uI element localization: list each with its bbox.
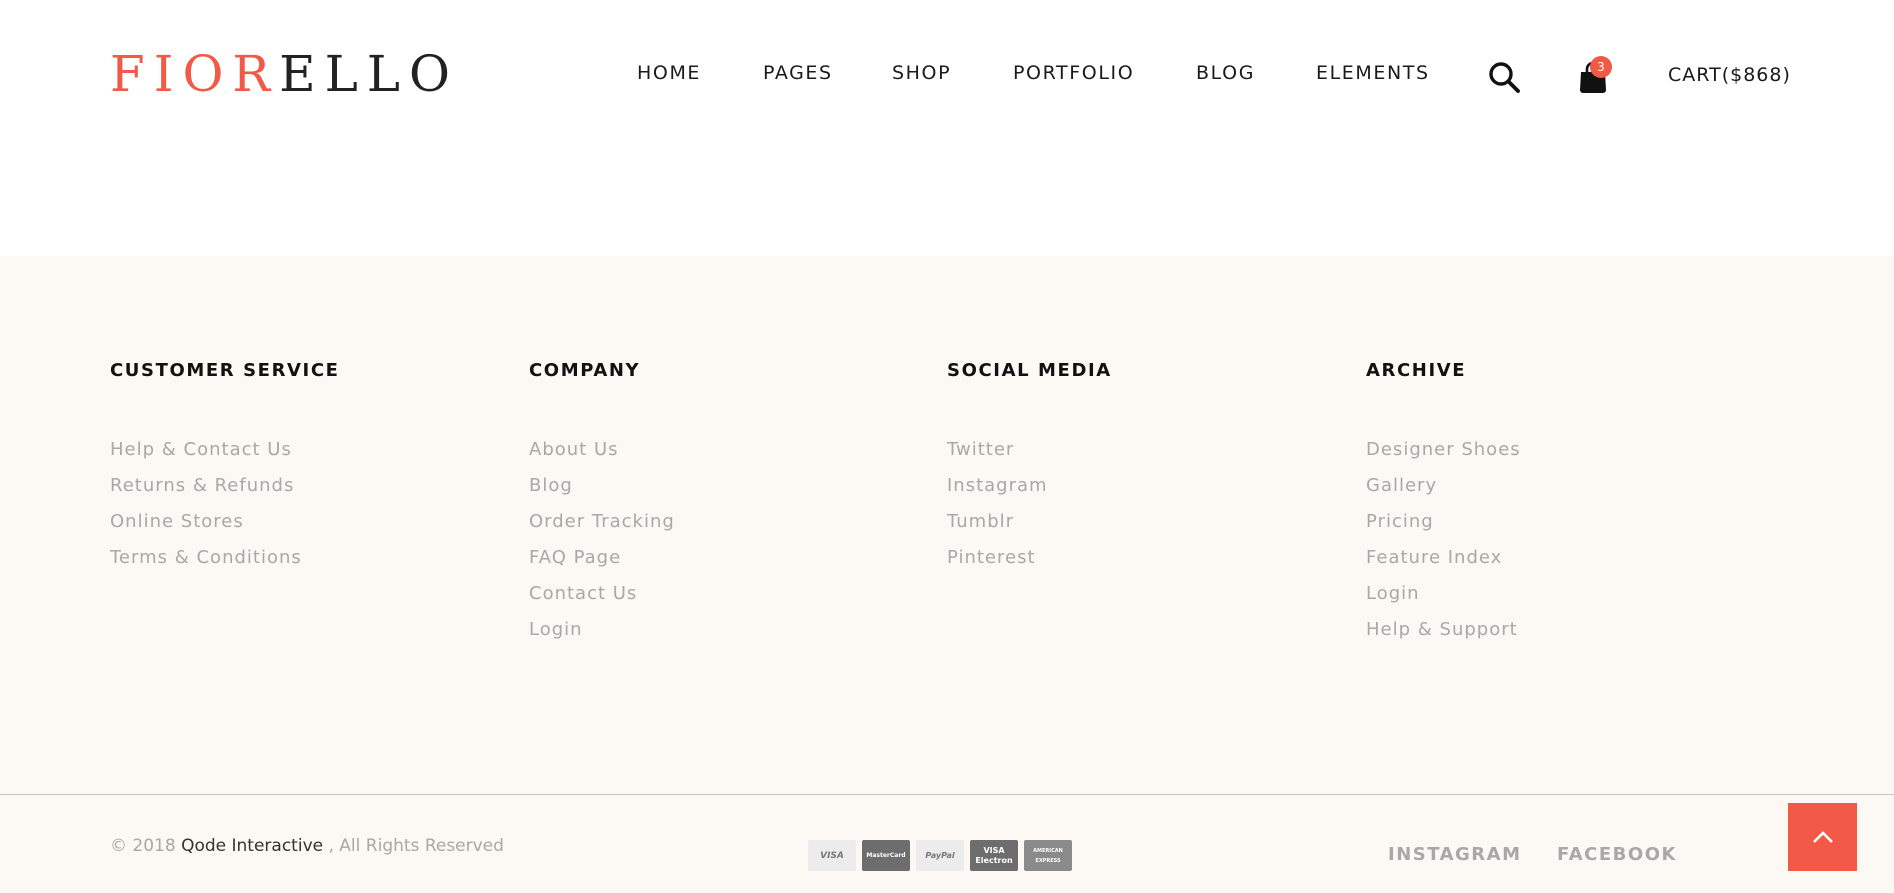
- mastercard-icon: MasterCard: [862, 840, 910, 871]
- nav-home[interactable]: HOME: [637, 62, 701, 84]
- footer-link[interactable]: Blog: [529, 468, 675, 504]
- back-to-top-button[interactable]: [1788, 803, 1857, 871]
- footer-link[interactable]: Help & Support: [1366, 612, 1521, 648]
- footer-link[interactable]: Returns & Refunds: [110, 468, 340, 504]
- footer-link[interactable]: Instagram: [947, 468, 1112, 504]
- footer-link[interactable]: Tumblr: [947, 504, 1112, 540]
- column-links: About Us Blog Order Tracking FAQ Page Co…: [529, 432, 675, 648]
- copyright: © 2018 Qode Interactive , All Rights Res…: [110, 836, 504, 856]
- logo[interactable]: FIORELLO: [110, 46, 459, 102]
- cart-count-badge: 3: [1590, 56, 1612, 78]
- footer-link[interactable]: Terms & Conditions: [110, 540, 340, 576]
- footer-link[interactable]: FAQ Page: [529, 540, 675, 576]
- nav-shop[interactable]: SHOP: [892, 62, 951, 84]
- footer-link[interactable]: Twitter: [947, 432, 1112, 468]
- footer-link[interactable]: Help & Contact Us: [110, 432, 340, 468]
- footer-link[interactable]: Login: [529, 612, 675, 648]
- search-icon[interactable]: [1488, 61, 1520, 93]
- footer-column-social-media: SOCIAL MEDIA Twitter Instagram Tumblr Pi…: [947, 360, 1112, 576]
- footer-link[interactable]: Designer Shoes: [1366, 432, 1521, 468]
- footer-link[interactable]: Online Stores: [110, 504, 340, 540]
- payment-methods: VISA MasterCard PayPal VISA Electron AME…: [808, 840, 1072, 871]
- column-title: COMPANY: [529, 360, 641, 381]
- footer-link[interactable]: Feature Index: [1366, 540, 1521, 576]
- column-title: CUSTOMER SERVICE: [110, 360, 340, 381]
- copyright-year: © 2018: [110, 836, 176, 856]
- footer-link[interactable]: Pinterest: [947, 540, 1112, 576]
- visa-electron-icon: VISA Electron: [970, 840, 1018, 871]
- paypal-icon: PayPal: [916, 840, 964, 871]
- company-link[interactable]: Qode Interactive: [181, 836, 323, 856]
- footer-column-archive: ARCHIVE Designer Shoes Gallery Pricing F…: [1366, 360, 1521, 648]
- social-link-instagram[interactable]: INSTAGRAM: [1388, 844, 1522, 865]
- column-title: SOCIAL MEDIA: [947, 360, 1112, 381]
- visa-card-icon: VISA: [808, 840, 856, 871]
- footer-link[interactable]: Contact Us: [529, 576, 675, 612]
- footer-column-customer-service: CUSTOMER SERVICE Help & Contact Us Retur…: [110, 360, 340, 576]
- site-footer: CUSTOMER SERVICE Help & Contact Us Retur…: [0, 256, 1894, 893]
- american-express-icon: AMERICAN EXPRESS: [1024, 840, 1072, 871]
- footer-link[interactable]: About Us: [529, 432, 675, 468]
- logo-part-accent: FIOR: [110, 45, 280, 103]
- column-title: ARCHIVE: [1366, 360, 1467, 381]
- footer-link[interactable]: Pricing: [1366, 504, 1521, 540]
- nav-pages[interactable]: PAGES: [763, 62, 833, 84]
- footer-divider: [0, 794, 1894, 795]
- column-links: Twitter Instagram Tumblr Pinterest: [947, 432, 1112, 576]
- nav-portfolio[interactable]: PORTFOLIO: [1013, 62, 1134, 84]
- footer-column-company: COMPANY About Us Blog Order Tracking FAQ…: [529, 360, 675, 648]
- column-links: Help & Contact Us Returns & Refunds Onli…: [110, 432, 340, 576]
- site-header: FIORELLO HOME PAGES SHOP PORTFOLIO BLOG …: [0, 0, 1894, 256]
- cart-total-link[interactable]: CART($868): [1668, 64, 1791, 86]
- social-link-facebook[interactable]: FACEBOOK: [1557, 844, 1677, 865]
- nav-blog[interactable]: BLOG: [1196, 62, 1255, 84]
- logo-part-dark: ELLO: [279, 45, 459, 103]
- footer-link[interactable]: Order Tracking: [529, 504, 675, 540]
- copyright-suffix: , All Rights Reserved: [328, 836, 504, 856]
- column-links: Designer Shoes Gallery Pricing Feature I…: [1366, 432, 1521, 648]
- footer-link[interactable]: Login: [1366, 576, 1521, 612]
- chevron-up-icon: [1812, 831, 1833, 843]
- nav-elements[interactable]: ELEMENTS: [1316, 62, 1430, 84]
- footer-link[interactable]: Gallery: [1366, 468, 1521, 504]
